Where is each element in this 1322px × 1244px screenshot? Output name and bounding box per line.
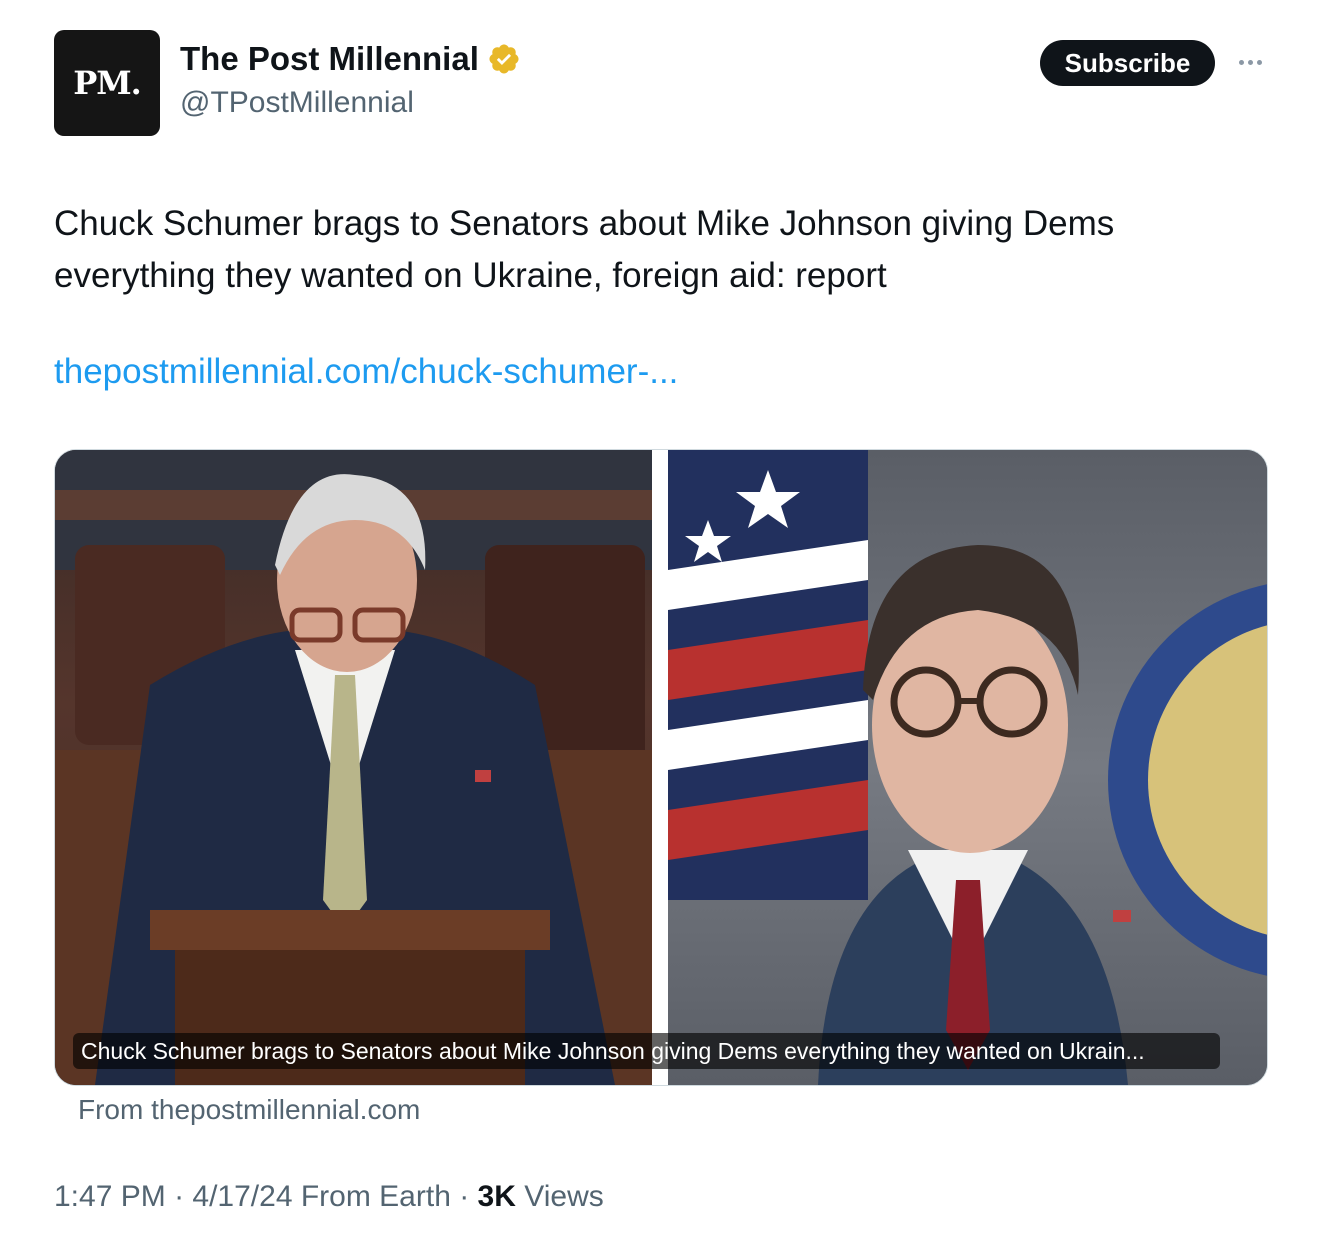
views-count: 3K (477, 1180, 516, 1213)
dot (1238, 59, 1244, 65)
tweet-meta: 1:47 PM · 4/17/24 From Earth · 3K Views (54, 1180, 604, 1214)
separator: · (165, 1180, 193, 1213)
tweet-link[interactable]: thepostmillennial.com/chuck-schumer-... (54, 352, 678, 392)
verified-badge-icon (489, 44, 519, 74)
card-image-right (668, 450, 1267, 1085)
separator: · (450, 1180, 478, 1213)
card-image-left (55, 450, 652, 1085)
card-image-divider (652, 450, 668, 1085)
tweet-date[interactable]: 4/17/24 (192, 1180, 292, 1213)
card-source[interactable]: From thepostmillennial.com (78, 1094, 420, 1126)
views-label: Views (524, 1180, 604, 1213)
author-name-row: The Post Millennial (180, 40, 521, 78)
tweet-text: Chuck Schumer brags to Senators about Mi… (54, 204, 1115, 295)
more-options-icon[interactable] (1232, 50, 1268, 74)
senate-photo-illustration (55, 450, 652, 1085)
author-handle[interactable]: @TPostMillennial (180, 86, 414, 120)
tweet-location: From Earth (300, 1180, 451, 1213)
avatar[interactable]: PM. (54, 30, 160, 136)
press-photo-illustration (668, 450, 1267, 1085)
link-card[interactable]: Chuck Schumer brags to Senators about Mi… (54, 449, 1268, 1086)
dot (1256, 59, 1262, 65)
subscribe-button[interactable]: Subscribe (1040, 40, 1215, 86)
display-name[interactable]: The Post Millennial (180, 40, 479, 78)
card-caption: Chuck Schumer brags to Senators about Mi… (73, 1033, 1220, 1069)
dot (1247, 59, 1253, 65)
tweet-time[interactable]: 1:47 PM (54, 1180, 166, 1213)
